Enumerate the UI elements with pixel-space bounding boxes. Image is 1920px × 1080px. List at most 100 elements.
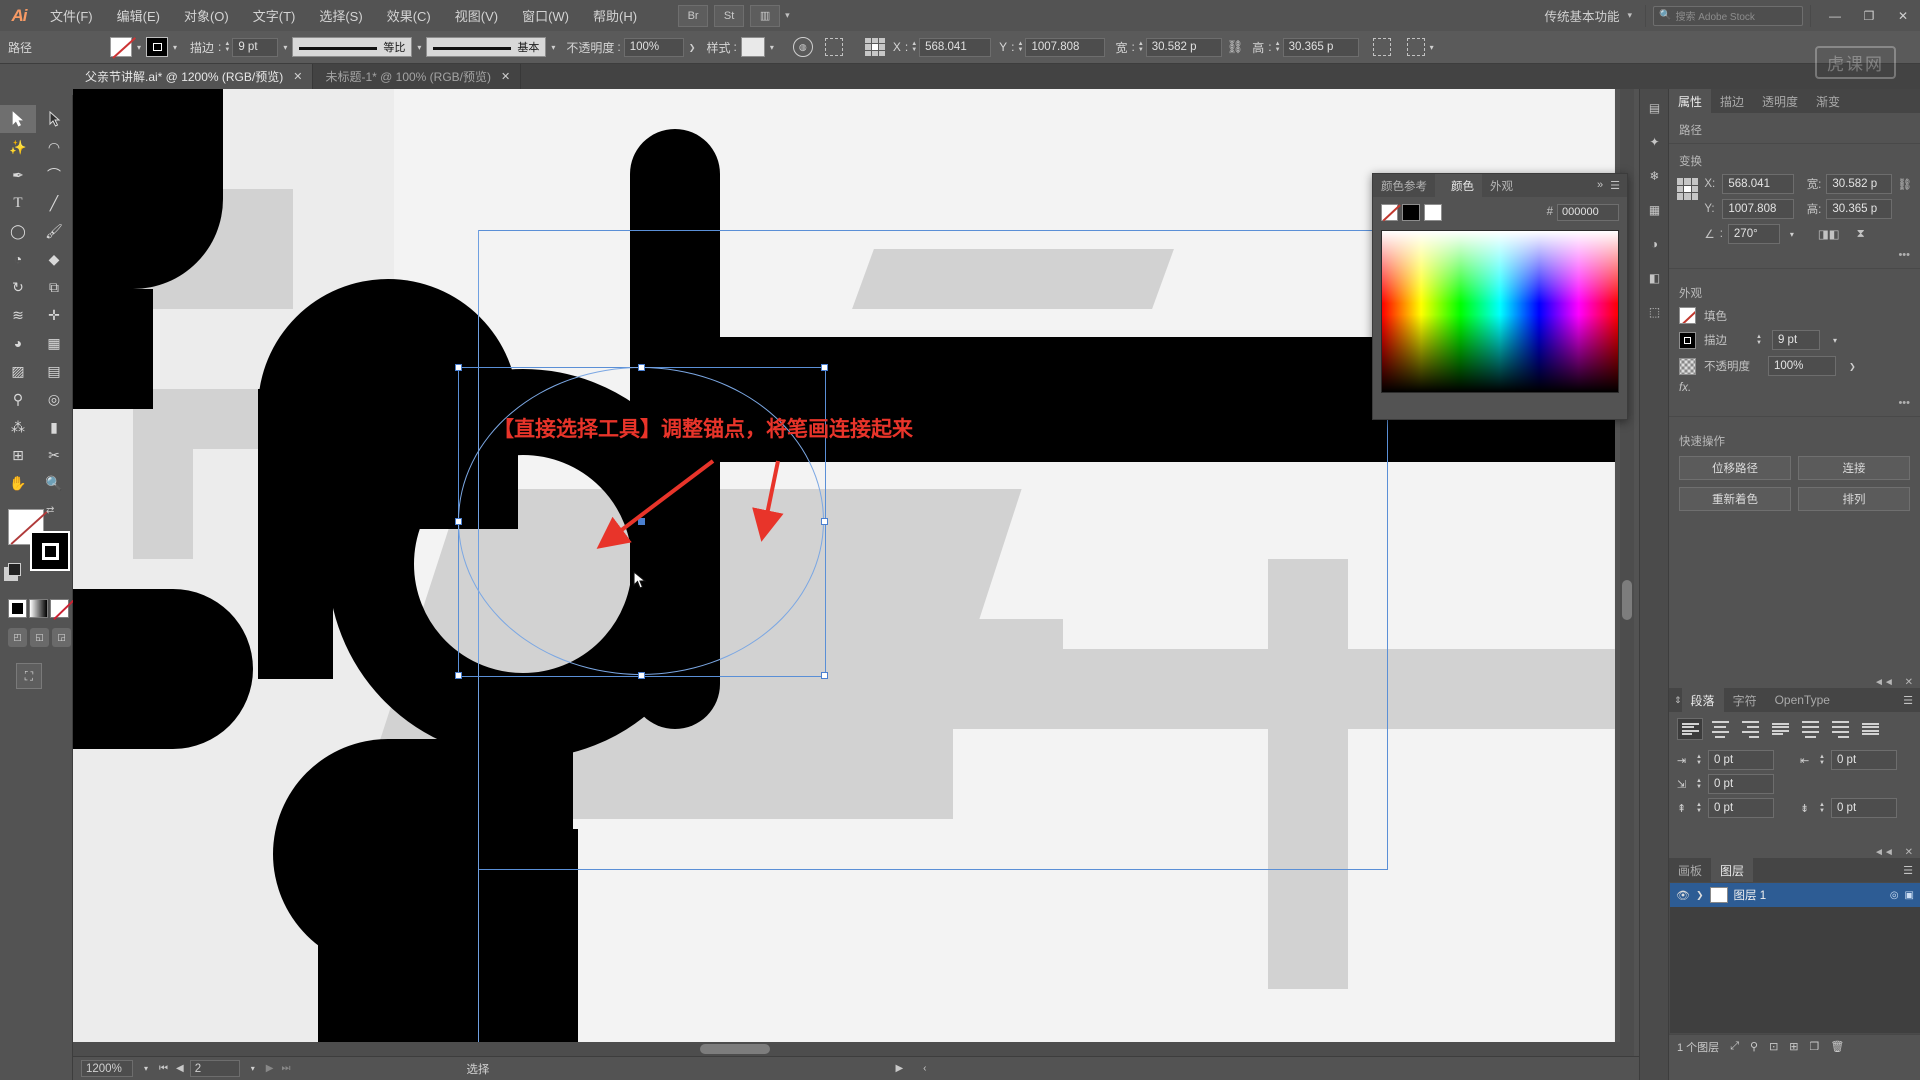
align-left-button[interactable]	[1677, 718, 1703, 740]
status-resize-icon[interactable]: ‹	[923, 1063, 926, 1074]
appearance-fx-row[interactable]: fx.	[1669, 379, 1920, 397]
layers-list[interactable]: 👁 ❯ 图层 1 ◎ ▣	[1669, 882, 1920, 1034]
stroke-chevron-down-icon[interactable]: ▾	[168, 43, 182, 52]
stroke-swatch[interactable]	[1679, 331, 1696, 349]
delete-layer-icon[interactable]: 🗑	[1830, 1040, 1844, 1053]
appearance-stroke-row[interactable]: 描边 ▲ ▼ 9 pt ▾	[1669, 327, 1920, 353]
space-after-value[interactable]: 0 pt	[1830, 798, 1897, 818]
change-screen-mode-icon[interactable]: ⛶	[16, 663, 42, 689]
height-stepper[interactable]: ▲ ▼	[1275, 41, 1281, 53]
collapse-icon[interactable]: ◄◄	[1874, 677, 1894, 688]
selection-tool[interactable]	[36, 105, 72, 133]
opacity-value[interactable]: 100%	[623, 37, 684, 57]
brushes-icon[interactable]: ✦	[1644, 131, 1666, 153]
close-icon[interactable]: ✕	[501, 70, 510, 83]
none-mode-icon[interactable]	[50, 599, 69, 618]
recolor-button[interactable]: 重新着色	[1679, 487, 1791, 511]
artwork-glyph[interactable]	[73, 589, 253, 749]
width-stepper[interactable]: ▲ ▼	[1138, 41, 1144, 53]
width-tool[interactable]: ≋	[0, 301, 36, 329]
artwork-glyph[interactable]	[73, 289, 153, 409]
x-value[interactable]: 568.041	[1722, 174, 1795, 194]
menu-edit[interactable]: 编辑(E)	[105, 0, 172, 31]
canvas-horizontal-scrollbar[interactable]	[73, 1042, 1620, 1056]
stroke-weight-chevron-down-icon[interactable]: ▾	[1828, 336, 1842, 345]
first-artboard-button[interactable]: ⏮	[159, 1063, 168, 1074]
y-value[interactable]: 1007.808	[1025, 37, 1106, 57]
tab-color[interactable]: 颜色	[1435, 174, 1482, 197]
align-chevron-down-icon[interactable]: ▾	[1425, 43, 1439, 52]
graphic-style-swatch[interactable]	[740, 37, 765, 57]
arrange-button[interactable]: 排列	[1798, 487, 1910, 511]
brush-definition-select[interactable]: 基本	[426, 37, 547, 57]
new-layer-icon[interactable]: ⊞	[1789, 1040, 1798, 1053]
workspace-chevron-down-icon[interactable]: ▾	[1627, 10, 1632, 21]
justify-last-center-button[interactable]	[1797, 718, 1823, 740]
space-before-value[interactable]: 0 pt	[1707, 798, 1774, 818]
opacity-swatch[interactable]	[1679, 357, 1696, 375]
stock-icon[interactable]: St	[714, 4, 745, 27]
selection-indicator-icon[interactable]: ▣	[1905, 890, 1914, 901]
slice-tool[interactable]: ✂	[36, 441, 72, 469]
perspective-grid-tool[interactable]: ▦	[36, 329, 72, 357]
menu-help[interactable]: 帮助(H)	[581, 0, 649, 31]
mesh-tool[interactable]: ▨	[0, 357, 36, 385]
menu-select[interactable]: 选择(S)	[307, 0, 374, 31]
draw-behind-icon[interactable]: ◱	[30, 628, 49, 647]
close-icon[interactable]: ✕	[1905, 847, 1913, 858]
magic-wand-tool[interactable]: ✨	[0, 133, 36, 161]
align-right-button[interactable]	[1737, 718, 1763, 740]
menu-file[interactable]: 文件(F)	[38, 0, 105, 31]
artboard-chevron-down-icon[interactable]: ▾	[246, 1064, 260, 1073]
create-sublayer-icon[interactable]: ⊡	[1769, 1040, 1778, 1053]
opacity-flyout-icon[interactable]: ❯	[684, 43, 701, 52]
minimize-button[interactable]: —	[1818, 0, 1852, 31]
reference-point-icon[interactable]	[1677, 178, 1699, 200]
space-after-stepper[interactable]: ▲ ▼	[1819, 802, 1825, 814]
swatches-icon[interactable]: ▦	[1644, 199, 1666, 221]
color-panel[interactable]: 颜色参考 颜色 外观 » ☰ # 000000	[1372, 173, 1628, 420]
angle-value[interactable]: 270°	[1727, 224, 1780, 244]
menu-effect[interactable]: 效果(C)	[375, 0, 443, 31]
artboard-number-input[interactable]: 2	[189, 1060, 240, 1077]
opacity-flyout-icon[interactable]: ❯	[1844, 362, 1861, 371]
lock-aspect-ratio-icon[interactable]: ⛓	[1897, 177, 1912, 191]
draw-normal-icon[interactable]: ◰	[8, 628, 27, 647]
swap-fill-stroke-icon[interactable]: ⇄	[46, 505, 54, 516]
next-artboard-button[interactable]: ▶	[266, 1063, 274, 1074]
opacity-mask-icon[interactable]: ◍	[792, 37, 813, 57]
curvature-tool[interactable]: ⌒	[36, 161, 72, 189]
angle-chevron-down-icon[interactable]: ▾	[1785, 230, 1799, 239]
collapse-icon[interactable]: ◄◄	[1874, 847, 1894, 858]
status-next-icon[interactable]: ▶	[895, 1063, 903, 1074]
none-swatch[interactable]	[1381, 203, 1398, 221]
eyedropper-tool[interactable]: ⚲	[0, 385, 36, 413]
fill-chevron-down-icon[interactable]: ▾	[132, 43, 146, 52]
workspace-switcher[interactable]: 传统基本功能	[1538, 6, 1625, 25]
lasso-tool[interactable]: ◠	[36, 133, 72, 161]
appearance-more-options-icon[interactable]: •••	[1669, 397, 1920, 409]
bridge-icon[interactable]: Br	[678, 4, 709, 27]
arrange-chevron-down-icon[interactable]: ▾	[785, 10, 790, 21]
document-tab-inactive[interactable]: 未标题-1* @ 100% (RGB/预览) ✕	[313, 64, 522, 89]
stroke-weight-value[interactable]: 9 pt	[232, 37, 279, 57]
eraser-tool[interactable]: ◆	[36, 245, 72, 273]
height-value[interactable]: 30.365 p	[1826, 199, 1893, 219]
prev-artboard-button[interactable]: ◀	[176, 1063, 184, 1074]
anchor-point[interactable]	[455, 672, 462, 679]
eye-icon[interactable]: 👁	[1676, 889, 1690, 902]
tab-appearance[interactable]: 外观	[1482, 174, 1521, 197]
center-point[interactable]	[638, 518, 645, 525]
transform-icon[interactable]: ⬚	[1644, 301, 1666, 323]
transform-more-options-icon[interactable]: •••	[1669, 249, 1920, 261]
offset-path-button[interactable]: 位移路径	[1679, 456, 1791, 480]
x-value[interactable]: 568.041	[919, 37, 992, 57]
right-indent-stepper[interactable]: ▲ ▼	[1819, 754, 1825, 766]
tab-gradient[interactable]: 渐变	[1807, 89, 1849, 113]
anchor-point[interactable]	[638, 672, 645, 679]
opacity-value[interactable]: 100%	[1768, 356, 1836, 376]
style-chevron-down-icon[interactable]: ▾	[765, 43, 779, 52]
tab-stroke[interactable]: 描边	[1711, 89, 1753, 113]
flip-vertical-icon[interactable]: ⧗	[1857, 228, 1865, 241]
anchor-point[interactable]	[638, 364, 645, 371]
